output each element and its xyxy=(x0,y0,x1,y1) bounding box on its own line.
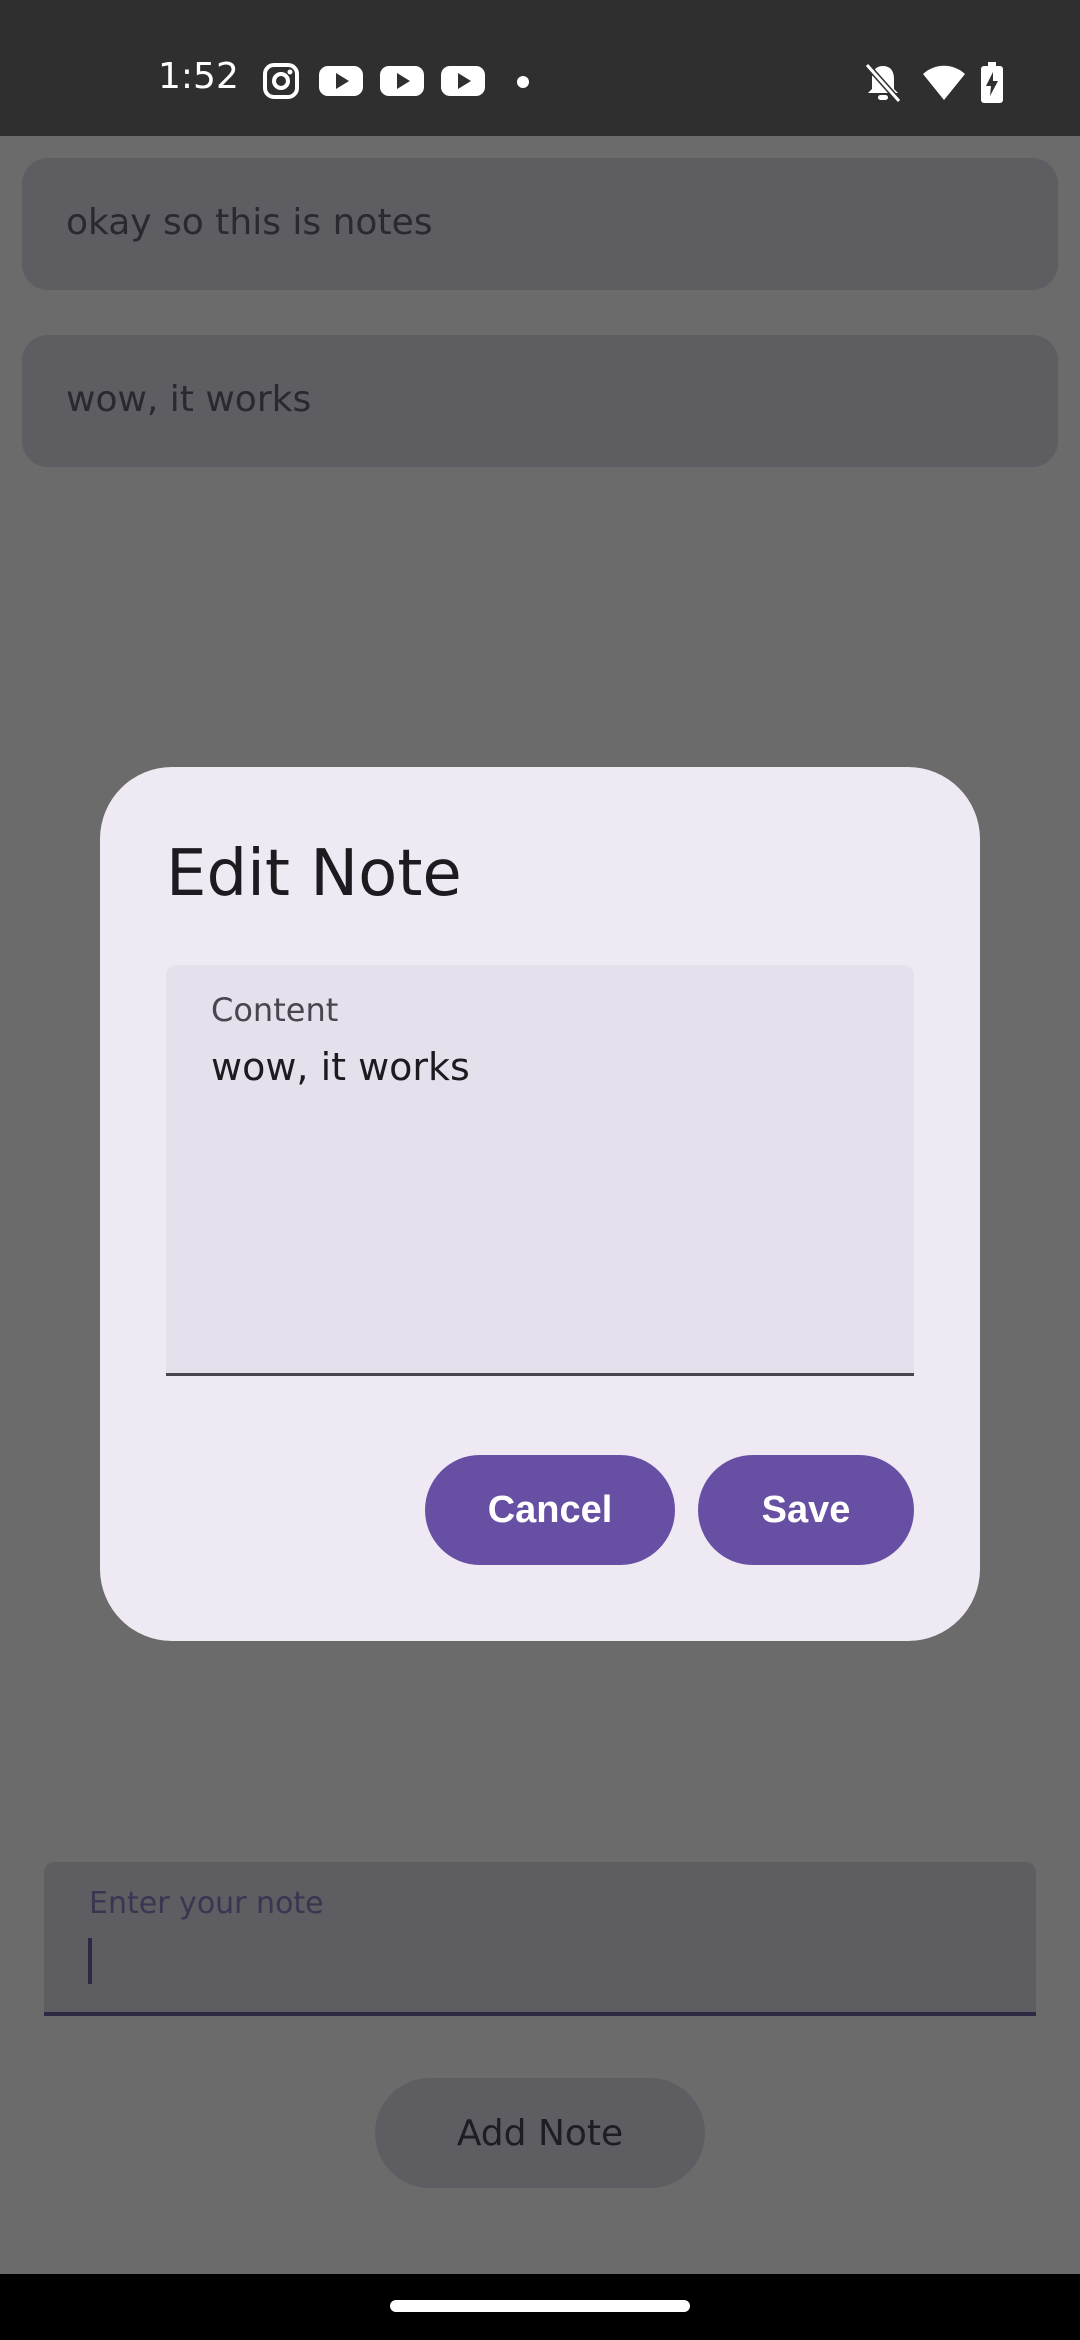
instagram-icon xyxy=(263,63,299,99)
content-field-value[interactable]: wow, it works xyxy=(211,1045,470,1089)
status-time: 1:52 xyxy=(158,56,239,97)
youtube-icon xyxy=(319,66,363,96)
note-text: wow, it works xyxy=(66,379,312,420)
save-button[interactable]: Save xyxy=(698,1455,914,1565)
youtube-icon xyxy=(380,66,424,96)
note-card[interactable]: okay so this is notes xyxy=(22,158,1058,290)
add-note-button[interactable]: Add Note xyxy=(375,2078,705,2188)
dot-icon xyxy=(517,76,529,88)
edit-note-dialog: Edit Note Content wow, it works Cancel S… xyxy=(100,767,980,1641)
content-field[interactable]: Content wow, it works xyxy=(166,965,914,1376)
content-field-label: Content xyxy=(211,991,339,1029)
bell-off-icon xyxy=(864,63,902,103)
text-cursor xyxy=(88,1938,92,1984)
note-input[interactable]: Enter your note xyxy=(44,1862,1036,2016)
cancel-button[interactable]: Cancel xyxy=(425,1455,675,1565)
youtube-icon xyxy=(441,66,485,96)
note-text: okay so this is notes xyxy=(66,202,433,243)
home-gesture-handle[interactable] xyxy=(390,2300,690,2312)
note-card[interactable]: wow, it works xyxy=(22,335,1058,467)
wifi-icon xyxy=(923,65,965,100)
status-bar: 1:52 xyxy=(0,0,1080,136)
battery-charging-icon xyxy=(981,62,1003,103)
dialog-title: Edit Note xyxy=(166,837,462,911)
note-input-placeholder: Enter your note xyxy=(89,1886,324,1921)
